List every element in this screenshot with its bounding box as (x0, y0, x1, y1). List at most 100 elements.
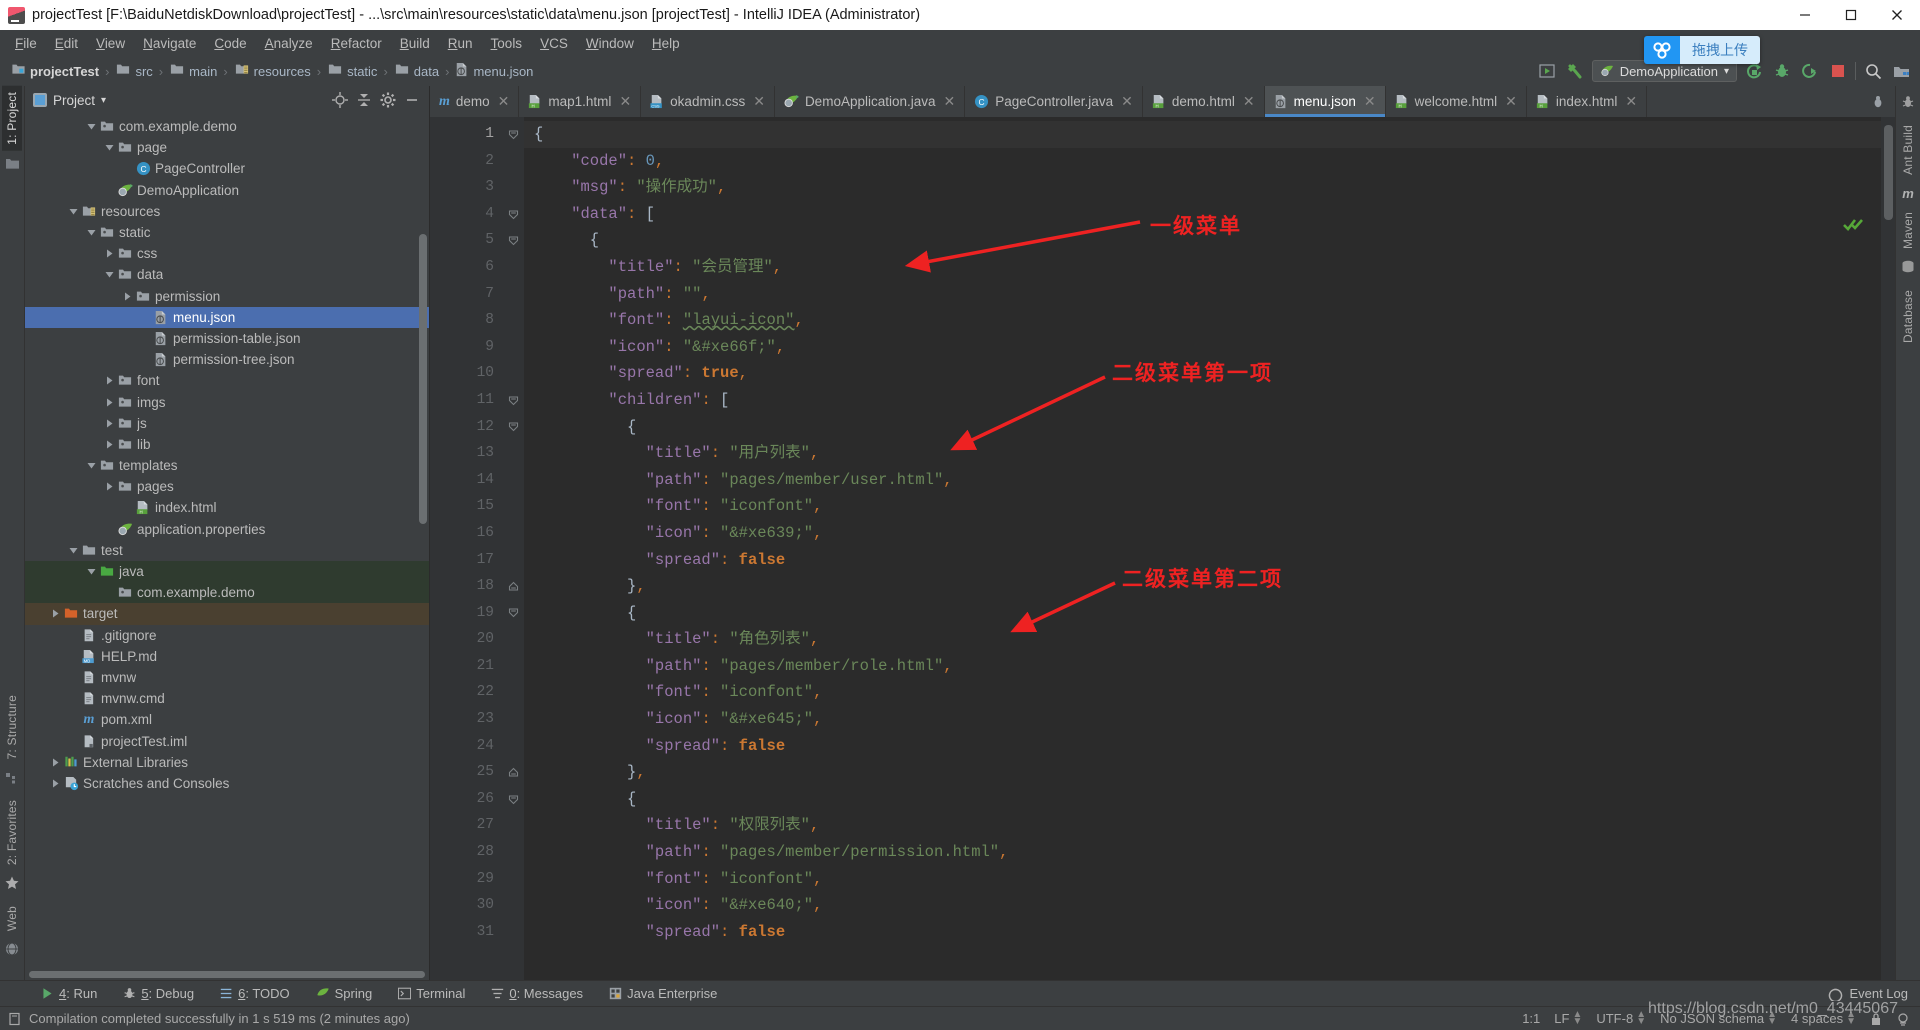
code-line[interactable]: "children": [ (524, 387, 1881, 414)
encoding[interactable]: UTF-8 ▲ ▼ (1596, 1010, 1646, 1027)
menu-item-analyze[interactable]: Analyze (256, 33, 322, 54)
fold-minus-icon[interactable] (502, 201, 524, 228)
code-line[interactable]: "path": "pages/member/permission.html", (524, 839, 1881, 866)
tree-node-permission[interactable]: permission (25, 286, 429, 307)
sidebar-item-maven[interactable]: Maven (1898, 206, 1918, 255)
chevron-right-icon[interactable] (49, 609, 62, 618)
tree-node-.gitignore[interactable]: .gitignore (25, 625, 429, 646)
tool-window-java-enterprise[interactable]: Java Enterprise (596, 983, 730, 1004)
chevron-down-icon[interactable]: ▾ (101, 95, 106, 106)
line-separator[interactable]: LF ▲ ▼ (1554, 1010, 1582, 1027)
project-structure-icon[interactable] (1890, 60, 1912, 82)
tree-node-menu.json[interactable]: menu.json (25, 306, 429, 328)
stop-button[interactable] (1827, 60, 1849, 82)
menu-item-edit[interactable]: Edit (46, 33, 87, 54)
code-line[interactable]: "icon": "&#xe66f;", (524, 334, 1881, 361)
minimize-button[interactable] (1782, 0, 1828, 30)
code-line[interactable]: "spread": false (524, 547, 1881, 574)
breadcrumb-item-static[interactable]: static (324, 63, 380, 79)
tree-node-mvnw.cmd[interactable]: mvnw.cmd (25, 688, 429, 709)
fold-plus-icon[interactable] (502, 759, 524, 786)
code-line[interactable]: "icon": "&#xe640;", (524, 892, 1881, 919)
code-line[interactable]: "title": "用户列表", (524, 440, 1881, 467)
sidebar-item-database[interactable]: Database (1898, 284, 1918, 349)
sidebar-item-favorites[interactable]: 2: Favorites (2, 794, 22, 871)
tree-node-external-libraries[interactable]: External Libraries (25, 752, 429, 773)
fold-minus-icon[interactable] (502, 387, 524, 414)
close-icon[interactable]: ✕ (1505, 93, 1517, 110)
chevron-right-icon[interactable] (103, 398, 116, 407)
editor-tab-welcome-html[interactable]: Hwelcome.html ✕ (1386, 86, 1527, 117)
tree-node-pages[interactable]: pages (25, 476, 429, 497)
close-icon[interactable]: ✕ (498, 93, 510, 110)
editor-tab-demoapplication-java[interactable]: DemoApplication.java ✕ (775, 86, 966, 117)
tree-node-js[interactable]: js (25, 413, 429, 434)
menu-item-window[interactable]: Window (577, 33, 643, 54)
tool-window-spring[interactable]: Spring (303, 983, 386, 1004)
sidebar-item-project[interactable]: 1: Project (2, 86, 22, 151)
tree-node-pom.xml[interactable]: m pom.xml (25, 709, 429, 730)
tree-node-test[interactable]: test (25, 540, 429, 561)
code-line[interactable]: "title": "权限列表", (524, 812, 1881, 839)
menu-item-view[interactable]: View (87, 33, 134, 54)
tree-node-static[interactable]: static (25, 222, 429, 243)
code-line[interactable]: "data": [ (524, 201, 1881, 228)
close-icon[interactable]: ✕ (753, 93, 765, 110)
code-line[interactable]: "msg": "操作成功", (524, 174, 1881, 201)
preview-icon[interactable] (1536, 60, 1558, 82)
tool-window-0-messages[interactable]: 0: Messages (478, 983, 596, 1004)
code-line[interactable]: "path": "pages/member/user.html", (524, 467, 1881, 494)
editor-tab-demo-html[interactable]: Hdemo.html ✕ (1143, 86, 1265, 117)
chevron-right-icon[interactable] (103, 419, 116, 428)
chevron-right-icon[interactable] (49, 758, 62, 767)
chevron-down-icon[interactable] (85, 228, 98, 237)
editor-tab-map1-html[interactable]: Hmap1.html ✕ (519, 86, 642, 117)
editor-tab-pagecontroller-java[interactable]: C PageController.java ✕ (965, 86, 1143, 117)
inspections-icon[interactable] (1896, 1012, 1910, 1026)
fold-minus-icon[interactable] (502, 414, 524, 441)
chevron-right-icon[interactable] (103, 440, 116, 449)
tree-node-scratches-and-consoles[interactable]: Scratches and Consoles (25, 773, 429, 794)
fold-minus-icon[interactable] (502, 121, 524, 148)
breadcrumb-item-main[interactable]: main (166, 63, 220, 79)
close-icon[interactable]: ✕ (944, 93, 956, 110)
sidebar-item-structure[interactable]: 7: Structure (2, 689, 22, 765)
close-icon[interactable]: ✕ (1121, 93, 1133, 110)
chevron-down-icon[interactable] (103, 270, 116, 279)
tree-node-demoapplication[interactable]: DemoApplication (25, 180, 429, 201)
close-icon[interactable]: ✕ (1625, 93, 1637, 110)
code-line[interactable]: "path": "", (524, 281, 1881, 308)
tree-node-imgs[interactable]: imgs (25, 391, 429, 412)
tree-node-index.html[interactable]: Hindex.html (25, 497, 429, 518)
code-line[interactable]: "icon": "&#xe645;", (524, 706, 1881, 733)
breadcrumb-item-projecttest[interactable]: projectTest (8, 63, 102, 79)
tool-window-6-todo[interactable]: 6: TODO (207, 983, 303, 1004)
tool-window-5-debug[interactable]: 5: Debug (110, 983, 207, 1004)
run-with-coverage-button[interactable] (1799, 60, 1821, 82)
breadcrumb-item-src[interactable]: src (112, 63, 155, 79)
editor-tab-demo[interactable]: m demo ✕ (430, 86, 520, 117)
tree-node-target[interactable]: target (25, 603, 429, 625)
tree-node-lib[interactable]: lib (25, 434, 429, 455)
code-line[interactable]: "title": "会员管理", (524, 254, 1881, 281)
tree-node-pagecontroller[interactable]: C PageController (25, 158, 429, 179)
tree-node-projecttest.iml[interactable]: projectTest.iml (25, 730, 429, 751)
menu-item-help[interactable]: Help (643, 33, 689, 54)
fold-minus-icon[interactable] (502, 600, 524, 627)
event-log-button[interactable]: Event Log (1828, 986, 1920, 1001)
menu-item-file[interactable]: File (6, 33, 46, 54)
editor-tab-menu-json[interactable]: menu.json ✕ (1264, 86, 1386, 117)
code-line[interactable]: "path": "pages/member/role.html", (524, 653, 1881, 680)
code-line[interactable]: { (524, 227, 1881, 254)
code-line[interactable]: }, (524, 759, 1881, 786)
sidebar-item-ant-build[interactable]: Ant Build (1898, 119, 1918, 181)
chevron-right-icon[interactable] (121, 292, 134, 301)
editor-marker-bar[interactable] (1881, 117, 1895, 980)
maximize-button[interactable] (1828, 0, 1874, 30)
breadcrumb-item-data[interactable]: data (391, 63, 442, 79)
code-line[interactable]: "spread": false (524, 733, 1881, 760)
tree-node-java[interactable]: java (25, 560, 429, 583)
baidu-netdisk-upload-badge[interactable]: 拖拽上传 (1644, 36, 1760, 64)
debug-button[interactable] (1771, 60, 1793, 82)
tree-node-permission-table.json[interactable]: permission-table.json (25, 328, 429, 349)
